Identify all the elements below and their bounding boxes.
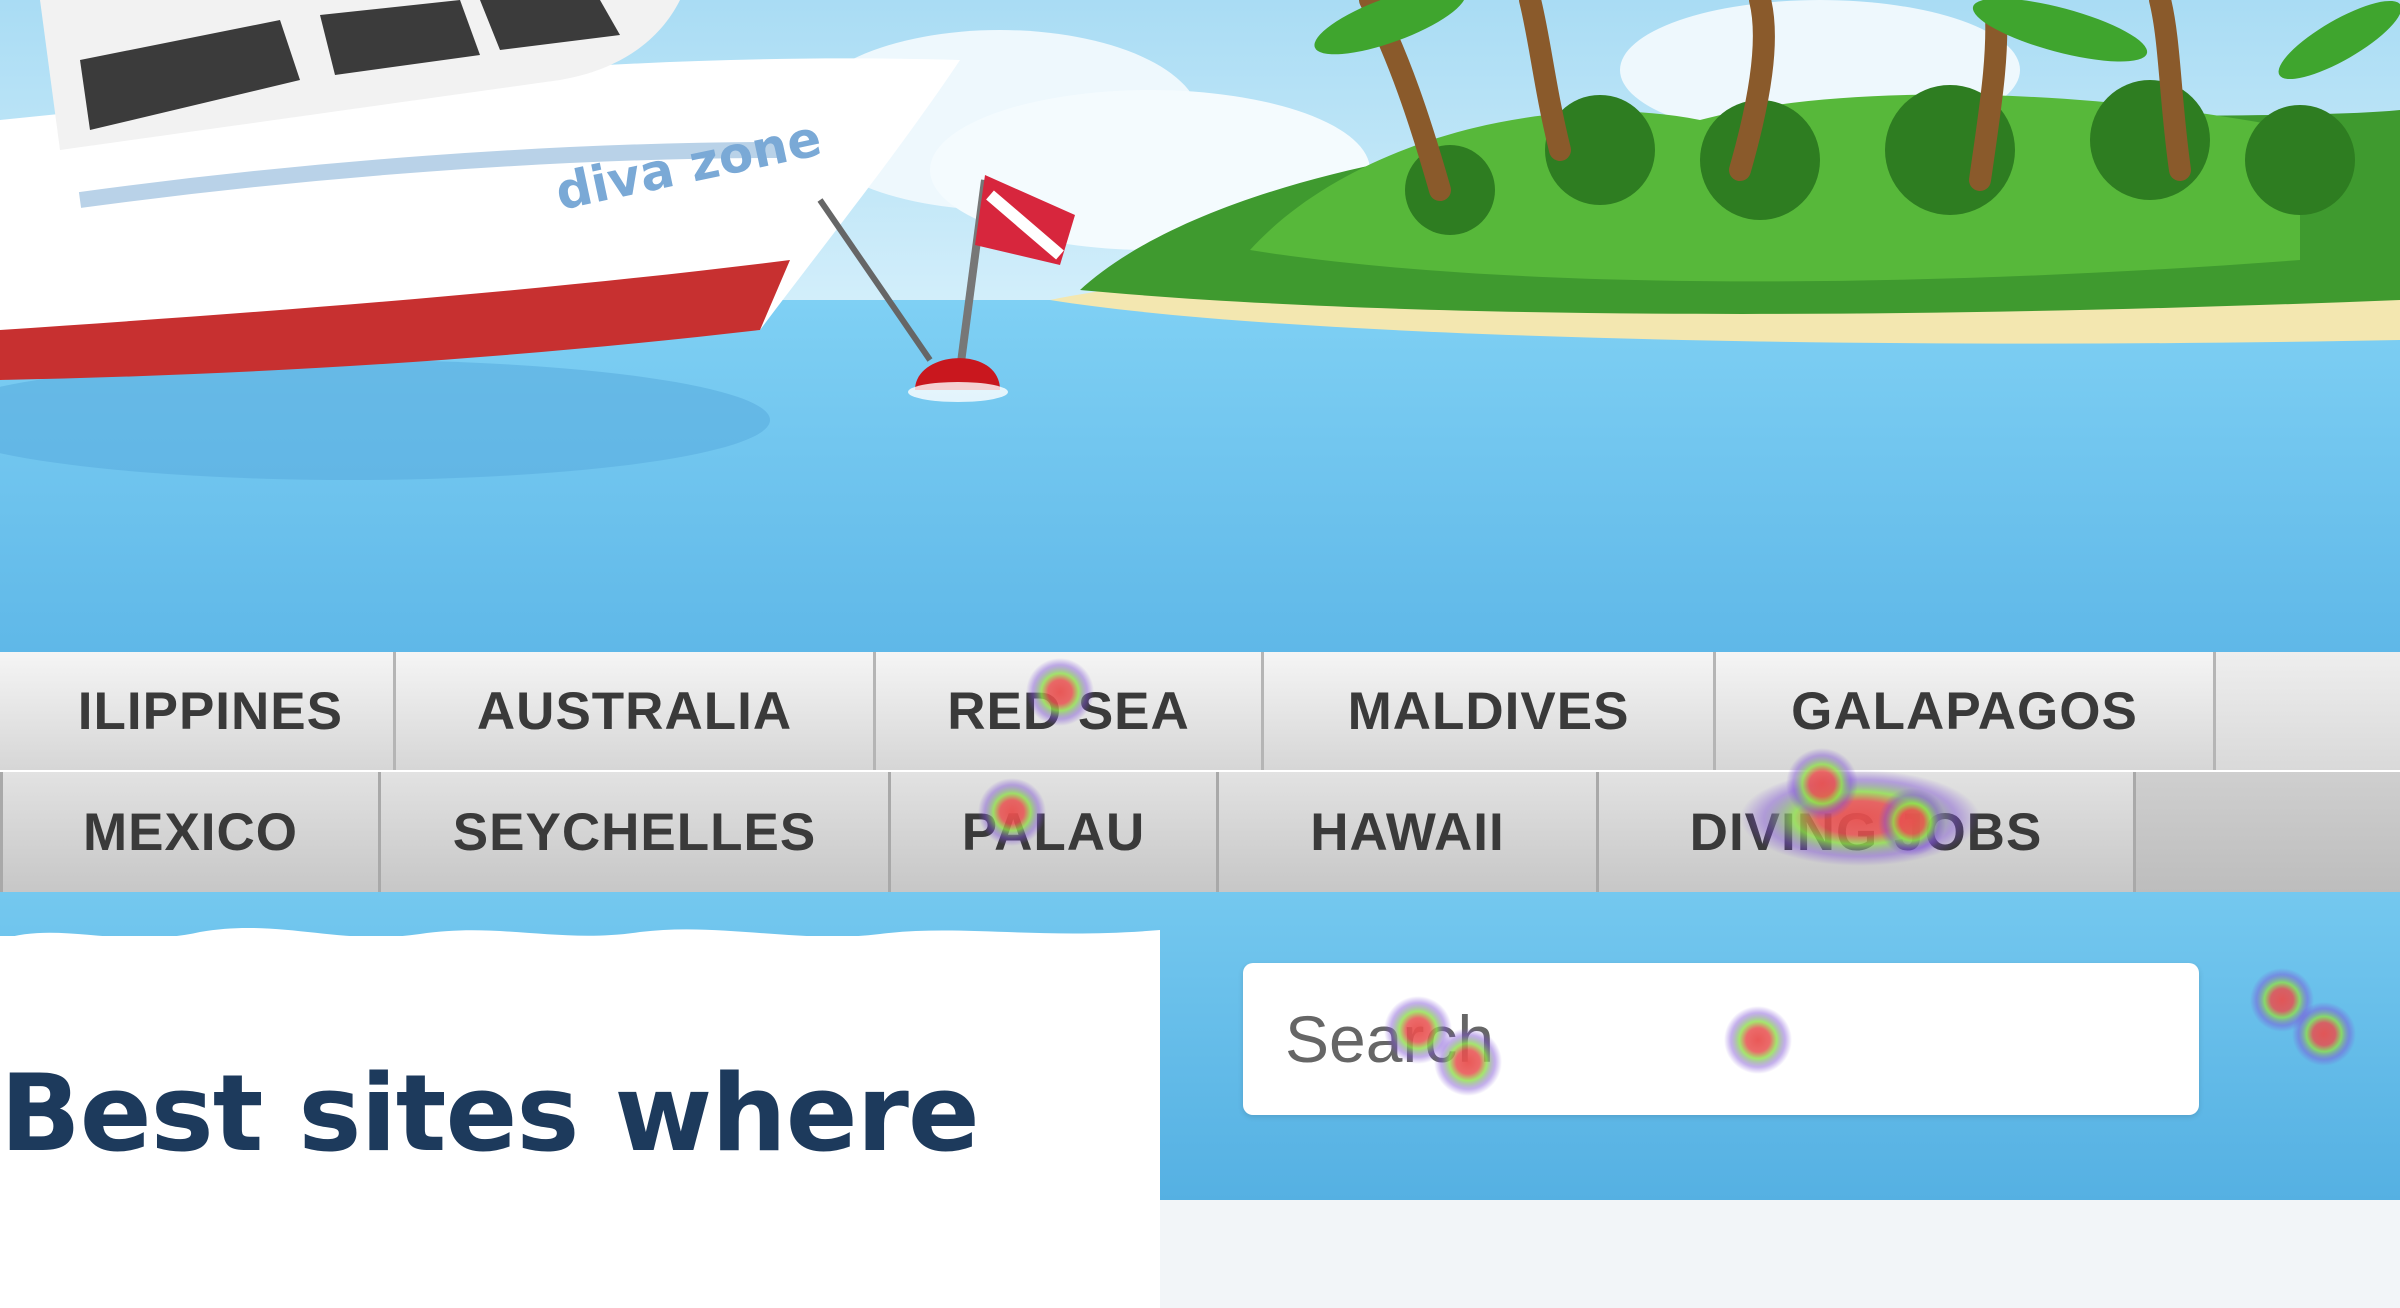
page: diva zone ILIPPINES AUSTRALIA RED SEA MA…	[0, 0, 2400, 1308]
torn-paper-edge	[0, 927, 1160, 970]
search-box	[1243, 963, 2199, 1115]
header-illustration: diva zone	[0, 0, 2400, 652]
nav-item-galapagos[interactable]: GALAPAGOS	[1716, 652, 2216, 770]
search-input[interactable]	[1285, 963, 2165, 1115]
nav-item-mexico[interactable]: MEXICO	[0, 772, 378, 892]
sidebar-panel	[1160, 1200, 2400, 1308]
nav-item-seychelles[interactable]: SEYCHELLES	[378, 772, 888, 892]
country-nav-row-2: MEXICO SEYCHELLES PALAU HAWAII DIVING JO…	[0, 772, 2400, 892]
nav-item-red-sea[interactable]: RED SEA	[876, 652, 1264, 770]
nav-item-maldives[interactable]: MALDIVES	[1264, 652, 1716, 770]
nav-item-diving-jobs[interactable]: DIVING JOBS	[1596, 772, 2136, 892]
nav-item-philippines[interactable]: ILIPPINES	[0, 652, 396, 770]
nav-item-hawaii[interactable]: HAWAII	[1216, 772, 1596, 892]
page-title: Best sites where	[0, 1052, 980, 1175]
header-banner: diva zone	[0, 0, 2400, 652]
nav-item-palau[interactable]: PALAU	[888, 772, 1216, 892]
country-nav-row-1: ILIPPINES AUSTRALIA RED SEA MALDIVES GAL…	[0, 652, 2400, 770]
nav-item-australia[interactable]: AUSTRALIA	[396, 652, 876, 770]
